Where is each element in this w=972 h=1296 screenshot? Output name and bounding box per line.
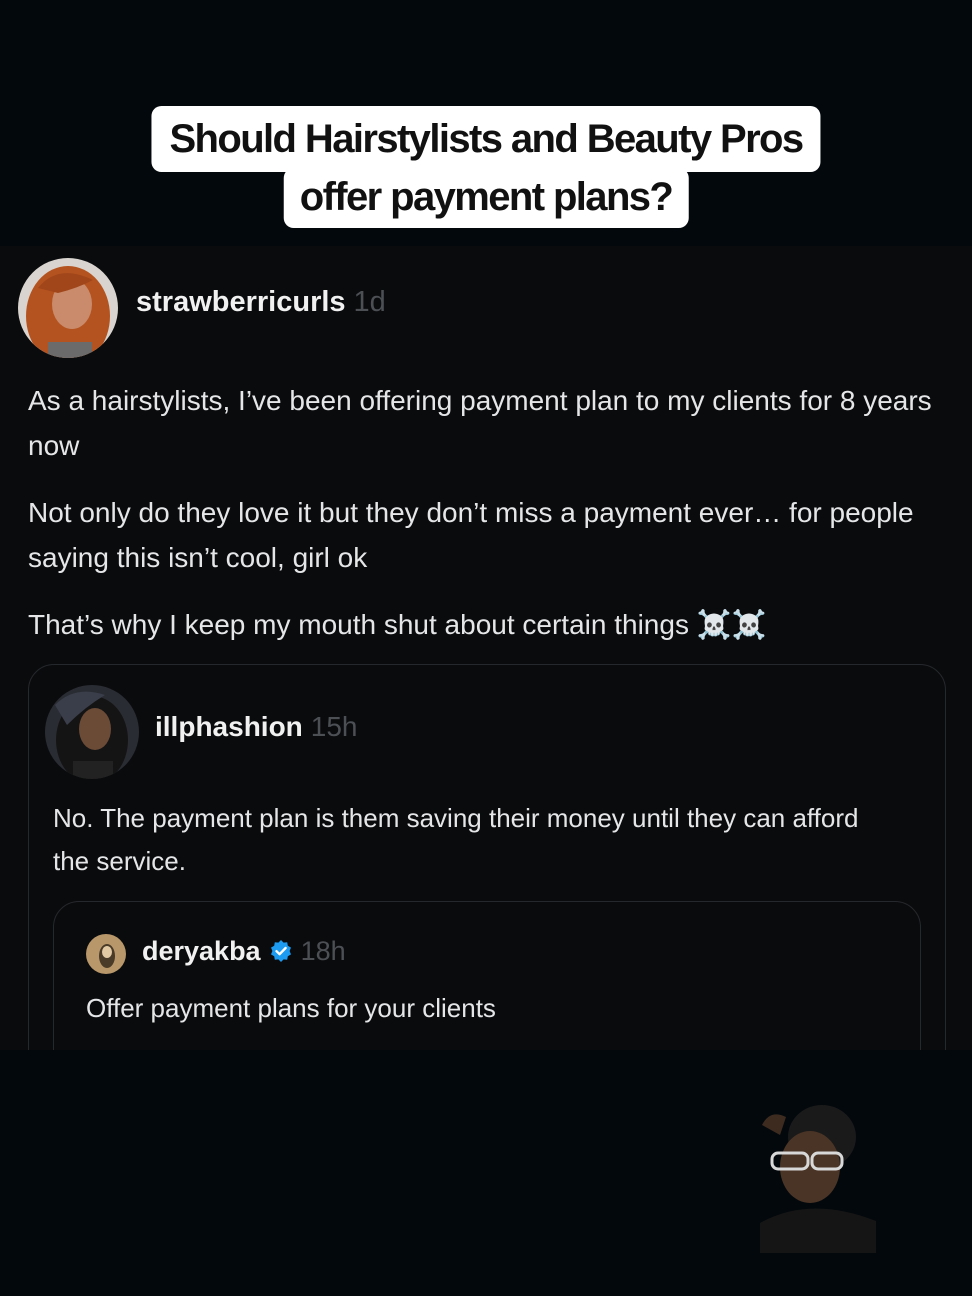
nested-quote-text: Offer payment plans for your clients xyxy=(86,993,496,1023)
quoted-post-username[interactable]: illphashion xyxy=(155,711,303,742)
quoted-post-card[interactable]: illphashion 15h No. The payment plan is t… xyxy=(28,664,946,1050)
caption-title-line-1: Should Hairstylists and Beauty Pros xyxy=(151,106,821,172)
post-paragraph: As a hairstylists, I’ve been offering pa… xyxy=(28,385,932,461)
creator-facecam xyxy=(760,1095,876,1253)
avatar[interactable] xyxy=(18,258,118,358)
nested-quote-timestamp: 18h xyxy=(300,936,346,966)
post-paragraph: That’s why I keep my mouth shut about ce… xyxy=(28,609,767,640)
avatar[interactable] xyxy=(45,685,139,779)
post-paragraph: Not only do they love it but they don’t … xyxy=(28,497,914,573)
nested-quote-card[interactable]: deryakba 18h Offer payment plans for your… xyxy=(53,901,921,1050)
thread-post: strawberricurls 1d As a hairstylists, I’v… xyxy=(0,246,972,1050)
quoted-post-author[interactable]: illphashion 15h xyxy=(155,711,358,743)
post-author[interactable]: strawberricurls 1d xyxy=(136,286,386,319)
verified-badge-icon xyxy=(269,939,293,963)
avatar[interactable] xyxy=(86,934,126,974)
post-username[interactable]: strawberricurls xyxy=(136,286,346,318)
caption-title-line-2: offer payment plans? xyxy=(283,168,689,228)
nested-quote-username[interactable]: deryakba xyxy=(142,936,261,966)
quoted-post-timestamp: 15h xyxy=(310,711,358,742)
quoted-post-text: No. The payment plan is them saving thei… xyxy=(53,803,859,876)
post-timestamp: 1d xyxy=(353,286,386,318)
nested-quote-author[interactable]: deryakba 18h xyxy=(142,936,346,967)
